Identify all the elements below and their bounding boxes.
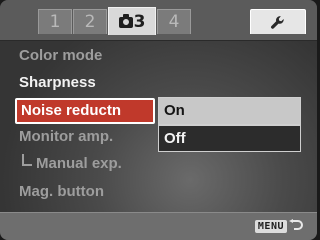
tab-2-label: 2 [84, 12, 96, 32]
menu-item-monitor-amp[interactable]: Monitor amp. [19, 125, 113, 149]
tab-2[interactable]: 2 [73, 9, 107, 34]
menu-item-manual-exp-label: Manual exp. [36, 155, 122, 172]
tab-3-label: 3 [133, 12, 146, 32]
return-arrow-icon [289, 219, 303, 233]
option-off[interactable]: Off [158, 125, 301, 152]
menu-tab-bar: 1 2 3 4 [0, 0, 317, 41]
tab-3[interactable]: 3 [108, 7, 156, 35]
footer-bar: MENU [0, 212, 317, 240]
menu-item-noise-reduction[interactable]: Noise reductn [15, 98, 155, 124]
camera-menu-screen: 1 2 3 4 Color mode Sharpness Noise reduc… [0, 0, 317, 240]
tab-4-label: 4 [168, 12, 180, 32]
camera-icon [118, 14, 133, 28]
submenu-branch-icon [22, 154, 32, 166]
menu-item-color-mode[interactable]: Color mode [19, 44, 102, 68]
tab-setup[interactable] [250, 9, 306, 34]
menu-item-mag-button[interactable]: Mag. button [19, 180, 104, 204]
menu-return-hint: MENU [254, 219, 303, 233]
menu-key-badge: MENU [254, 219, 287, 233]
menu-item-manual-exp[interactable]: Manual exp. [22, 152, 122, 176]
tab-1[interactable]: 1 [38, 9, 72, 34]
option-on[interactable]: On [158, 97, 301, 125]
tab-4[interactable]: 4 [157, 9, 191, 34]
tab-1-label: 1 [49, 12, 61, 32]
wrench-icon [270, 13, 286, 32]
menu-item-sharpness[interactable]: Sharpness [19, 71, 96, 95]
